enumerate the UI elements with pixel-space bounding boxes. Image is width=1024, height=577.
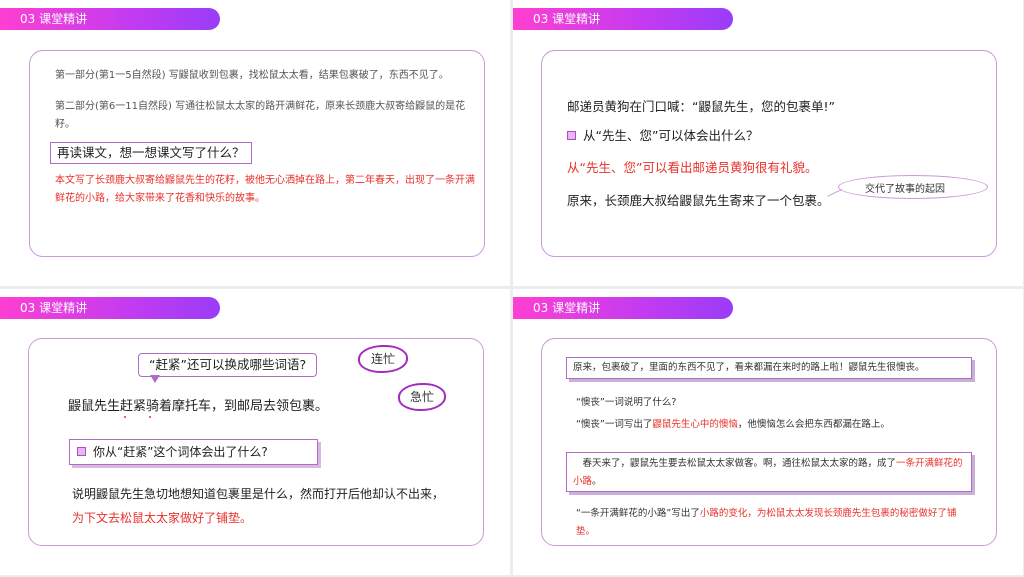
quote-box-2: 春天来了，鼹鼠先生要去松鼠太太家做客。啊，通往松鼠太太家的路，成了一条开满鲜花的… — [566, 452, 972, 492]
answer-ao-sang: “懊丧”一词写出了鼹鼠先生心中的懊恼，他懊恼怎么会把东西都漏在路上。 — [576, 416, 890, 430]
politeness-answer: 从“先生、您”可以看出邮递员黄狗很有礼貌。 — [567, 160, 818, 175]
synonym-cloud-1: 连忙 — [358, 345, 408, 373]
slide-4: 03 课堂精讲 原来，包裹破了，里面的东西不见了，看来都漏在来时的路上啦！鼹鼠先… — [513, 289, 1023, 575]
emphasis-dot — [124, 416, 126, 418]
section-banner: 03 课堂精讲 — [0, 297, 220, 319]
answer-prefix: “懊丧”一词写出了 — [576, 419, 653, 430]
quote-box-1: 原来，包裹破了，里面的东西不见了，看来都漏在来时的路上啦！鼹鼠先生很懊丧。 — [566, 357, 972, 379]
summary-answer: 本文写了长颈鹿大叔寄给鼹鼠先生的花籽，被他无心洒掉在路上，第二年春天，出现了一条… — [55, 175, 475, 204]
callout-note: 交代了故事的起因 — [865, 184, 945, 195]
quote-suffix: 。 — [592, 476, 602, 487]
bullet-square-icon — [77, 447, 86, 456]
content-card — [541, 50, 997, 257]
part-one-text: 第一部分(第1一5自然段) 写鼹鼠收到包裹，找松鼠太太看，结果包裹破了，东西不见… — [55, 70, 449, 81]
part-two-text: 第二部分(第6一11自然段) 写通往松鼠太太家的路开满鲜花，原来长颈鹿大叔寄给鼹… — [55, 101, 466, 130]
answer-line-1: 说明鼹鼠先生急切地想知道包裹里是什么，然而打开后他却认不出来， — [72, 487, 445, 501]
reread-question: 再读课文，想一想课文写了什么？ — [50, 142, 252, 164]
synonym-cloud-2: 急忙 — [398, 383, 446, 411]
emphasis-dot — [149, 416, 151, 418]
quote-prefix: 春天来了，鼹鼠先生要去松鼠太太家做客。啊，通往松鼠太太家的路，成了 — [573, 458, 897, 469]
answer-highlight: 鼹鼠先生心中的懊恼 — [652, 419, 738, 430]
section-banner: 03 课堂精讲 — [513, 8, 733, 30]
bullet-square-icon — [567, 131, 576, 140]
slide-1: 03 课堂精讲 第一部分(第1一5自然段) 写鼹鼠收到包裹，找松鼠太太看，结果包… — [0, 0, 510, 286]
explanation-prefix: “一条开满鲜花的小路”写出了 — [576, 508, 700, 519]
word-question-text: 你从“赶紧”这个词体会出了什么? — [93, 445, 268, 459]
politeness-question-text: 从“先生、您”可以体会出什么？ — [583, 128, 759, 143]
main-sentence: 鼹鼠先生赶紧骑着摩托车，到邮局去领包裹。 — [68, 399, 329, 414]
word-question-box: 你从“赶紧”这个词体会出了什么? — [69, 439, 318, 465]
question-ao-sang: “懊丧”一词说明了什么? — [576, 397, 677, 408]
section-banner: 03 课堂精讲 — [513, 297, 733, 319]
package-sentence: 原来，长颈鹿大叔给鼹鼠先生寄来了一个包裹。 — [567, 193, 830, 208]
slide-2: 03 课堂精讲 邮递员黄狗在门口喊：“鼹鼠先生，您的包裹单!” 从“先生、您”可… — [513, 0, 1023, 286]
politeness-question: 从“先生、您”可以体会出什么？ — [567, 125, 758, 144]
section-banner: 03 课堂精讲 — [0, 8, 220, 30]
answer-line-2: 为下文去松鼠太太家做好了铺垫。 — [72, 511, 253, 525]
answer-suffix: ，他懊恼怎么会把东西都漏在路上。 — [737, 419, 890, 430]
postman-quote: 邮递员黄狗在门口喊：“鼹鼠先生，您的包裹单!” — [567, 99, 835, 114]
synonym-question-bubble: “赶紧”还可以换成哪些词语? — [138, 353, 318, 377]
slide-3: 03 课堂精讲 “赶紧”还可以换成哪些词语? 连忙 急忙 鼹鼠先生赶紧骑着摩托车… — [0, 289, 510, 575]
bubble-tail — [150, 375, 160, 383]
flower-road-explanation: “一条开满鲜花的小路”写出了小路的变化，为松鼠太太发现长颈鹿先生包裹的秘密做好了… — [576, 505, 971, 541]
